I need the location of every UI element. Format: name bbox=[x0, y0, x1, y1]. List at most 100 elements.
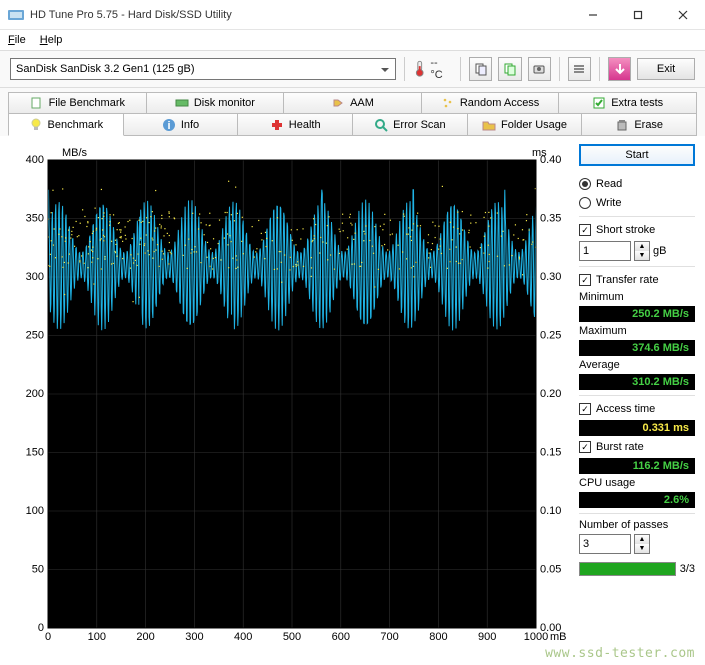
extra-tests-icon bbox=[592, 96, 606, 110]
mode-write[interactable]: Write bbox=[579, 195, 695, 211]
separator bbox=[579, 266, 695, 267]
tab-health[interactable]: Health bbox=[237, 114, 353, 136]
svg-text:300: 300 bbox=[26, 271, 44, 283]
chart-area: 0501001502002503003504000.000.050.100.15… bbox=[10, 144, 571, 654]
average-label: Average bbox=[579, 359, 695, 371]
tab-aam[interactable]: AAM bbox=[283, 92, 422, 114]
app-icon bbox=[8, 7, 24, 23]
check-label: Burst rate bbox=[596, 441, 644, 453]
tab-random-access[interactable]: Random Access bbox=[421, 92, 560, 114]
tab-folder-usage[interactable]: Folder Usage bbox=[467, 114, 583, 136]
burst-rate-check[interactable]: ✓ Burst rate bbox=[579, 439, 695, 455]
svg-text:400: 400 bbox=[26, 154, 44, 166]
toolbar-separator bbox=[559, 57, 560, 81]
maximize-button[interactable] bbox=[615, 0, 660, 30]
svg-text:900: 900 bbox=[478, 631, 496, 643]
start-button[interactable]: Start bbox=[579, 144, 695, 166]
separator bbox=[579, 216, 695, 217]
disk-monitor-icon bbox=[175, 96, 189, 110]
short-stroke-spin: ▲▼ gB bbox=[579, 241, 695, 261]
check-label: Access time bbox=[596, 403, 655, 415]
save-button-pink[interactable] bbox=[608, 57, 631, 81]
svg-text:mB: mB bbox=[550, 631, 567, 643]
svg-text:ms: ms bbox=[532, 147, 547, 159]
tab-row-bottom: Benchmark i Info Health Error Scan Folder… bbox=[8, 114, 697, 136]
toolbar: SanDisk SanDisk 3.2 Gen1 (125 gB) -- °C … bbox=[0, 50, 705, 88]
svg-text:0.25: 0.25 bbox=[540, 330, 561, 342]
svg-text:0.10: 0.10 bbox=[540, 505, 561, 517]
health-icon bbox=[270, 118, 284, 132]
exit-button[interactable]: Exit bbox=[637, 58, 695, 80]
progress-text: 3/3 bbox=[680, 563, 695, 575]
svg-text:700: 700 bbox=[380, 631, 398, 643]
spin-arrows[interactable]: ▲▼ bbox=[634, 241, 650, 261]
svg-text:350: 350 bbox=[26, 213, 44, 225]
tab-benchmark[interactable]: Benchmark bbox=[8, 114, 124, 136]
svg-text:250: 250 bbox=[26, 330, 44, 342]
tab-label: File Benchmark bbox=[49, 97, 125, 109]
svg-text:100: 100 bbox=[88, 631, 106, 643]
device-select-value: SanDisk SanDisk 3.2 Gen1 (125 gB) bbox=[16, 63, 195, 75]
save-screenshot-button[interactable] bbox=[528, 57, 551, 81]
burst-value: 116.2 MB/s bbox=[579, 458, 695, 474]
window-buttons bbox=[570, 0, 705, 30]
device-select[interactable]: SanDisk SanDisk 3.2 Gen1 (125 gB) bbox=[10, 58, 396, 80]
tab-error-scan[interactable]: Error Scan bbox=[352, 114, 468, 136]
tab-label: Random Access bbox=[460, 97, 539, 109]
trash-icon bbox=[615, 118, 629, 132]
tab-label: Erase bbox=[634, 119, 663, 131]
minimize-button[interactable] bbox=[570, 0, 615, 30]
svg-text:0.30: 0.30 bbox=[540, 271, 561, 283]
short-stroke-check[interactable]: ✓Short stroke bbox=[579, 222, 695, 238]
tab-disk-monitor[interactable]: Disk monitor bbox=[146, 92, 285, 114]
menu-help[interactable]: Help bbox=[40, 34, 63, 46]
passes-label: Number of passes bbox=[579, 519, 695, 531]
maximum-value: 374.6 MB/s bbox=[579, 340, 695, 356]
folder-icon bbox=[482, 118, 496, 132]
transfer-rate-check[interactable]: ✓Transfer rate bbox=[579, 272, 695, 288]
access-value: 0.331 ms bbox=[579, 420, 695, 436]
radio-icon bbox=[579, 178, 591, 190]
checkbox-icon: ✓ bbox=[579, 441, 591, 453]
tab-label: Extra tests bbox=[611, 97, 663, 109]
magnifier-icon bbox=[374, 118, 388, 132]
copy-screenshot-button[interactable] bbox=[498, 57, 521, 81]
svg-text:200: 200 bbox=[136, 631, 154, 643]
svg-text:500: 500 bbox=[283, 631, 301, 643]
aam-icon bbox=[331, 96, 345, 110]
passes-input[interactable] bbox=[579, 534, 631, 554]
tab-extra-tests[interactable]: Extra tests bbox=[558, 92, 697, 114]
svg-text:800: 800 bbox=[429, 631, 447, 643]
menu-file[interactable]: File bbox=[8, 34, 26, 46]
svg-text:i: i bbox=[167, 120, 170, 132]
checkbox-icon: ✓ bbox=[579, 224, 591, 236]
toolbar-separator bbox=[599, 57, 600, 81]
svg-text:0: 0 bbox=[38, 622, 44, 634]
access-time-check[interactable]: ✓Access time bbox=[579, 401, 695, 417]
tab-erase[interactable]: Erase bbox=[581, 114, 697, 136]
menubar: File Help bbox=[0, 30, 705, 50]
svg-text:1000: 1000 bbox=[524, 631, 548, 643]
tab-label: Info bbox=[181, 119, 199, 131]
content-area: 0501001502002503003504000.000.050.100.15… bbox=[0, 136, 705, 660]
copy-info-button[interactable] bbox=[469, 57, 492, 81]
info-icon: i bbox=[162, 118, 176, 132]
cpu-label: CPU usage bbox=[579, 477, 695, 489]
svg-text:0: 0 bbox=[45, 631, 51, 643]
tab-area: File Benchmark Disk monitor AAM Random A… bbox=[0, 88, 705, 136]
close-button[interactable] bbox=[660, 0, 705, 30]
options-button[interactable] bbox=[568, 57, 591, 81]
unit-label: gB bbox=[653, 245, 666, 257]
svg-text:150: 150 bbox=[26, 447, 44, 459]
toolbar-separator bbox=[404, 57, 405, 81]
svg-text:0.20: 0.20 bbox=[540, 388, 561, 400]
tab-file-benchmark[interactable]: File Benchmark bbox=[8, 92, 147, 114]
watermark: www.ssd-tester.com bbox=[545, 646, 695, 661]
mode-read[interactable]: Read bbox=[579, 176, 695, 192]
spin-arrows[interactable]: ▲▼ bbox=[634, 534, 650, 554]
short-stroke-input[interactable] bbox=[579, 241, 631, 261]
svg-text:0.05: 0.05 bbox=[540, 564, 561, 576]
tab-row-top: File Benchmark Disk monitor AAM Random A… bbox=[8, 92, 697, 114]
tab-label: Disk monitor bbox=[194, 97, 255, 109]
tab-info[interactable]: i Info bbox=[123, 114, 239, 136]
